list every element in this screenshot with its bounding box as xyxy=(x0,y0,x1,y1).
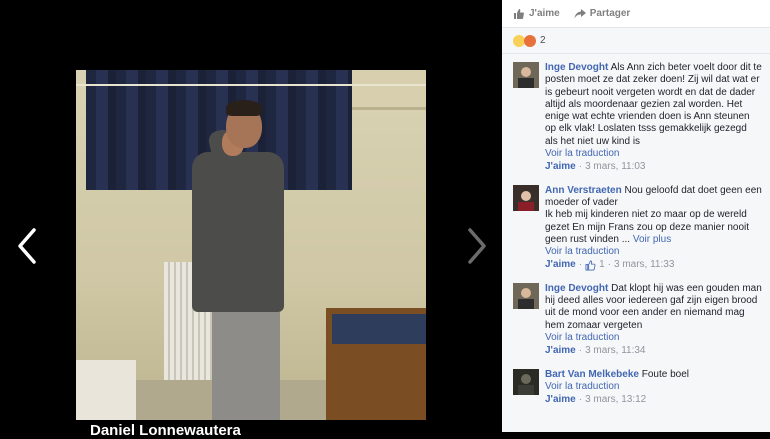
previous-photo-button[interactable] xyxy=(14,226,40,266)
comment-like-link[interactable]: J'aime xyxy=(545,345,576,357)
avatar[interactable] xyxy=(513,184,539,211)
share-label: Partager xyxy=(589,8,631,19)
post-actions: J'aime Partager xyxy=(502,0,770,28)
thumbs-up-icon xyxy=(514,8,524,19)
comment-text-continued: Ik heb mij kinderen niet zo maar op de w… xyxy=(545,209,749,245)
like-button[interactable]: J'aime xyxy=(513,8,560,20)
translate-link[interactable]: Voir la traduction xyxy=(545,381,762,393)
comment-author[interactable]: Inge Devoght xyxy=(545,283,608,294)
comment-like-link[interactable]: J'aime xyxy=(545,259,576,271)
avatar[interactable] xyxy=(513,368,539,395)
comment-like-link[interactable]: J'aime xyxy=(545,161,576,173)
comment: Inge Devoght Als Ann zich beter voelt do… xyxy=(502,62,770,174)
comment-author[interactable]: Ann Verstraeten xyxy=(545,185,622,196)
share-arrow-icon xyxy=(574,8,586,18)
photo[interactable] xyxy=(76,70,426,420)
comment-author[interactable]: Bart Van Melkebeke xyxy=(545,369,639,380)
photo-caption: Daniel Lonnewautera xyxy=(90,422,241,439)
photo-viewer: Daniel Lonnewautera xyxy=(0,0,502,439)
translate-link[interactable]: Voir la traduction xyxy=(545,332,762,344)
angry-reaction-icon xyxy=(524,34,536,47)
translate-link[interactable]: Voir la traduction xyxy=(545,246,762,258)
comment-like-link[interactable]: J'aime xyxy=(545,394,576,406)
like-label: J'aime xyxy=(529,8,560,19)
reactions-count: 2 xyxy=(540,35,546,46)
comment: Inge Devoght Dat klopt hij was een goude… xyxy=(502,282,770,358)
avatar[interactable] xyxy=(513,282,539,309)
comment-author[interactable]: Inge Devoght xyxy=(545,62,608,73)
next-photo-button[interactable] xyxy=(464,226,490,266)
comment-time[interactable]: 3 mars, 11:33 xyxy=(614,259,674,271)
comment-time[interactable]: 3 mars, 11:34 xyxy=(585,345,645,357)
thumbs-up-icon xyxy=(585,260,596,271)
reactions-summary[interactable]: 2 xyxy=(502,28,770,54)
chevron-right-icon xyxy=(468,228,486,264)
share-button[interactable]: Partager xyxy=(574,8,631,20)
comment-time[interactable]: 3 mars, 11:03 xyxy=(585,161,645,173)
comments-panel: J'aime Partager 2 Inge Devoght Als Ann z… xyxy=(502,0,770,432)
avatar[interactable] xyxy=(513,62,539,88)
comment-text: Als Ann zich beter voelt door dit te pos… xyxy=(545,62,762,147)
translate-link[interactable]: Voir la traduction xyxy=(545,148,762,160)
see-more-link[interactable]: Voir plus xyxy=(633,234,671,245)
comment-text: Foute boel xyxy=(641,368,689,380)
comment-likes-count[interactable]: 1 xyxy=(599,259,605,271)
comment: Ann Verstraeten Nou geloofd dat doet gee… xyxy=(502,184,770,272)
chevron-left-icon xyxy=(18,228,36,264)
comment: Bart Van Melkebeke Foute boel Voir la tr… xyxy=(502,368,770,407)
comment-time[interactable]: 3 mars, 13:12 xyxy=(585,394,646,406)
comments-list: Inge Devoght Als Ann zich beter voelt do… xyxy=(502,54,770,432)
